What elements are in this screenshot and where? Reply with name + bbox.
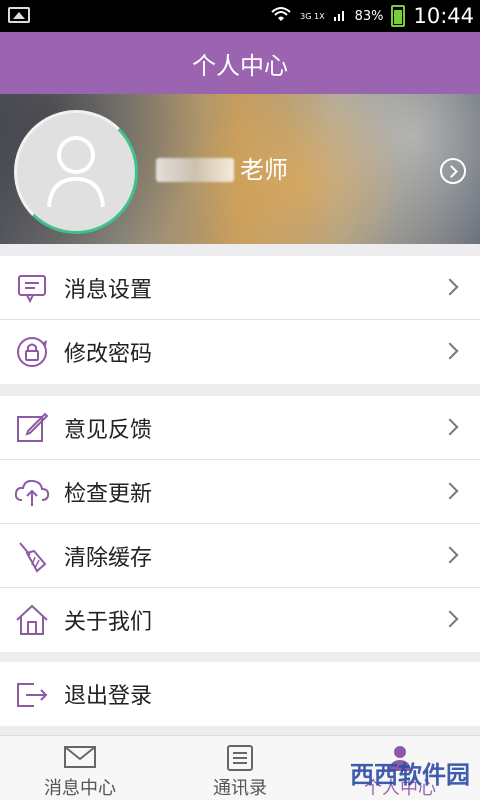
page-title: 个人中心 — [192, 51, 288, 80]
menu-item-label: 修改密码 — [64, 342, 153, 367]
menu-item-about-us[interactable]: 关于我们 — [0, 588, 480, 652]
menu-group-account: 消息设置 修改密码 — [0, 256, 480, 384]
menu-item-label: 消息设置 — [64, 277, 153, 303]
chevron-right-icon — [441, 418, 459, 436]
avatar[interactable] — [14, 110, 138, 234]
person-icon — [47, 136, 105, 208]
menu-group-logout: 退出登录 — [0, 662, 480, 726]
status-bar: 3G 1X 83% 10:44 — [0, 0, 480, 32]
chevron-right-icon — [441, 546, 459, 564]
menu-item-message-settings[interactable]: 消息设置 — [0, 256, 480, 320]
battery-percent: 83% — [354, 8, 384, 24]
menu-item-clear-cache[interactable]: 清除缓存 — [0, 524, 480, 588]
home-icon — [0, 588, 64, 652]
tab-contacts[interactable]: 通讯录 — [160, 736, 320, 800]
chevron-right-icon — [441, 342, 459, 360]
wifi-icon — [270, 6, 292, 26]
user-role: 老师 — [240, 156, 288, 184]
feedback-edit-icon — [0, 396, 64, 460]
mail-icon — [62, 744, 98, 772]
blurred-username — [156, 158, 234, 182]
tab-message-center[interactable]: 消息中心 — [0, 736, 160, 800]
menu-item-check-update[interactable]: 检查更新 — [0, 460, 480, 524]
chevron-right-icon — [441, 278, 459, 296]
tab-label: 通讯录 — [213, 778, 267, 799]
logout-icon — [0, 662, 64, 726]
tab-label: 消息中心 — [44, 778, 116, 799]
broom-icon — [0, 524, 64, 588]
password-lock-icon — [0, 320, 64, 384]
menu-item-label: 检查更新 — [64, 481, 153, 507]
menu-item-change-password[interactable]: 修改密码 — [0, 320, 480, 384]
profile-detail-arrow-icon[interactable] — [440, 158, 466, 184]
clock: 10:44 — [413, 4, 474, 28]
watermark-logo: 西西软件园 — [350, 761, 470, 789]
chevron-right-icon — [441, 482, 459, 500]
gallery-notification-icon — [8, 7, 30, 23]
bottom-navigation: 消息中心 通讯录 个人中心 西西软件园 — [0, 735, 480, 800]
menu-item-label: 清除缓存 — [64, 545, 153, 571]
contacts-list-icon — [222, 744, 258, 772]
chevron-right-icon — [441, 610, 459, 628]
title-bar: 个人中心 — [0, 32, 480, 94]
cloud-upload-icon — [0, 460, 64, 524]
signal-icon — [333, 7, 347, 25]
menu-item-feedback[interactable]: 意见反馈 — [0, 396, 480, 460]
network-type: 3G 1X — [300, 11, 325, 21]
profile-header[interactable]: 老师 — [0, 94, 480, 244]
battery-icon — [391, 5, 406, 27]
message-settings-icon — [0, 256, 64, 320]
menu-item-label: 退出登录 — [64, 684, 153, 709]
menu-group-app: 意见反馈 检查更新 清除缓存 关于我们 — [0, 396, 480, 652]
menu-item-logout[interactable]: 退出登录 — [0, 662, 480, 726]
menu-item-label: 关于我们 — [64, 610, 153, 635]
menu-item-label: 意见反馈 — [64, 417, 153, 443]
